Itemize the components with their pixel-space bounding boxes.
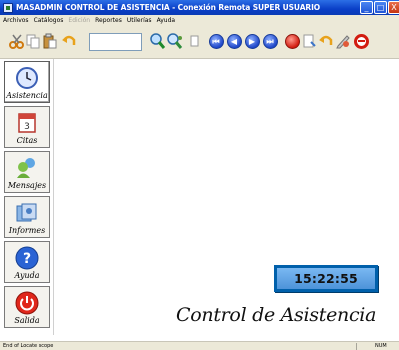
find-person-icon[interactable] <box>166 32 184 50</box>
status-divider <box>356 343 357 350</box>
menu-reportes[interactable]: Reportes <box>95 17 122 24</box>
sidebar-item-salida[interactable]: Salida <box>4 286 50 328</box>
menu-archivos[interactable]: Archivos <box>3 17 29 24</box>
close-button[interactable]: X <box>388 1 399 14</box>
sidebar: Asistencia 3 Citas Mensajes Informes ? A… <box>0 59 54 335</box>
copy-icon[interactable] <box>24 32 42 50</box>
sidebar-item-mensajes[interactable]: Mensajes <box>4 151 50 193</box>
num-lock-indicator: NUM <box>375 343 387 349</box>
menu-ayuda[interactable]: Ayuda <box>157 17 176 24</box>
sidebar-item-label: Informes <box>8 226 46 235</box>
reports-icon <box>16 203 37 222</box>
menu-bar: Archivos Catálogos Edición Reportes Util… <box>0 15 399 26</box>
window-title: MASADMIN CONTROL DE ASISTENCIA - Conexió… <box>16 3 321 12</box>
clock-time: 15:22:55 <box>277 268 375 289</box>
menu-edicion: Edición <box>68 17 91 24</box>
last-record-icon[interactable]: ⏭ <box>261 32 279 50</box>
delete-icon[interactable] <box>300 32 318 50</box>
sidebar-item-label: Mensajes <box>7 181 47 190</box>
window-controls: _ □ X <box>360 1 399 14</box>
sidebar-item-citas[interactable]: 3 Citas <box>4 106 50 148</box>
app-icon <box>3 2 13 13</box>
clock-display: 15:22:55 <box>274 265 378 292</box>
undo-edit-icon[interactable] <box>317 32 335 50</box>
blank-icon[interactable] <box>186 32 204 50</box>
previous-record-icon[interactable]: ◀ <box>225 32 243 50</box>
search-input[interactable] <box>89 33 142 51</box>
app-name-banner: Control de Asistencia <box>176 304 377 326</box>
status-bar: End of Locate scope NUM <box>0 341 399 350</box>
stop-icon[interactable] <box>352 32 370 50</box>
next-record-icon[interactable]: ▶ <box>243 32 261 50</box>
svg-text:3: 3 <box>24 122 30 132</box>
status-text: End of Locate scope <box>3 343 54 349</box>
menu-catalogos[interactable]: Catálogos <box>34 17 64 24</box>
sidebar-item-ayuda[interactable]: ? Ayuda <box>4 241 50 283</box>
first-record-icon[interactable]: ⏮ <box>207 32 225 50</box>
svg-text:?: ? <box>23 251 31 267</box>
minimize-button[interactable]: _ <box>360 1 373 14</box>
sidebar-item-label: Ayuda <box>14 271 40 280</box>
paste-icon[interactable] <box>41 32 59 50</box>
users-icon <box>17 158 35 178</box>
calendar-icon: 3 <box>18 113 36 133</box>
new-record-icon[interactable] <box>283 32 301 50</box>
help-icon: ? <box>15 246 39 270</box>
clock-icon <box>16 67 38 89</box>
undo-icon[interactable] <box>60 32 78 50</box>
power-icon <box>15 291 39 315</box>
edit-icon[interactable] <box>334 32 352 50</box>
sidebar-item-label: Asistencia <box>6 91 48 100</box>
sidebar-item-label: Citas <box>16 136 38 145</box>
menu-utilerias[interactable]: Utilerías <box>127 17 152 24</box>
title-bar[interactable]: MASADMIN CONTROL DE ASISTENCIA - Conexió… <box>0 0 399 15</box>
toolbar: ⏮ ◀ ▶ ⏭ <box>0 26 399 59</box>
search-icon[interactable] <box>148 32 166 50</box>
sidebar-item-label: Salida <box>14 316 40 325</box>
sidebar-item-asistencia[interactable]: Asistencia <box>4 61 50 103</box>
sidebar-item-informes[interactable]: Informes <box>4 196 50 238</box>
maximize-button[interactable]: □ <box>374 1 387 14</box>
